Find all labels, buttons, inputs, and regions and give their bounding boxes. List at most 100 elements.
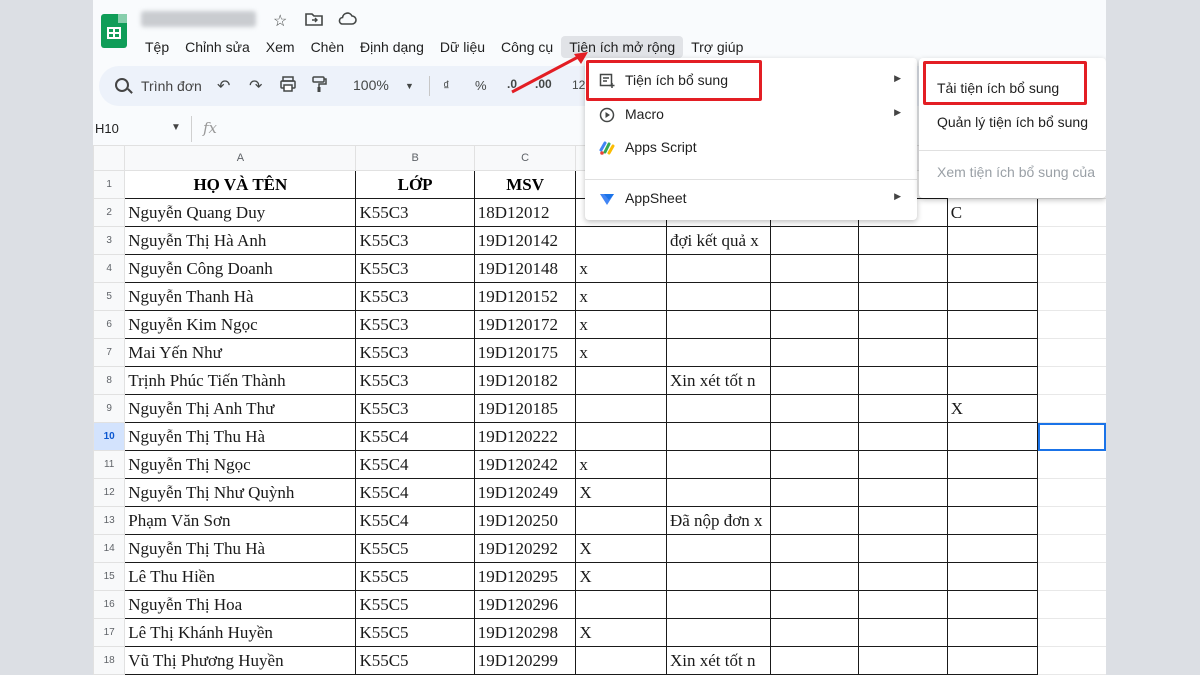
cell[interactable] <box>1037 506 1106 535</box>
cell[interactable]: 19D120148 <box>473 254 577 283</box>
row-number[interactable]: 13 <box>93 506 126 535</box>
cell[interactable] <box>858 562 948 591</box>
cell[interactable] <box>1037 646 1106 675</box>
cell[interactable]: X <box>575 618 667 647</box>
cell[interactable] <box>1037 562 1106 591</box>
cell[interactable]: x <box>575 254 667 283</box>
cloud-status-icon[interactable] <box>337 11 357 32</box>
cell[interactable] <box>946 338 1039 367</box>
cell[interactable]: Nguyễn Thị Thu Hà <box>124 422 357 451</box>
sheets-logo-icon[interactable] <box>101 14 127 48</box>
row-number[interactable]: 18 <box>93 646 126 675</box>
name-box[interactable]: H10 <box>95 121 119 136</box>
cell[interactable] <box>769 366 860 395</box>
cell[interactable]: K55C4 <box>355 422 475 451</box>
cell[interactable] <box>575 506 667 535</box>
cell[interactable]: 19D120242 <box>473 450 577 479</box>
cell[interactable] <box>858 590 948 619</box>
cell[interactable]: 19D120142 <box>473 226 577 255</box>
cell[interactable]: 19D120185 <box>473 394 577 423</box>
cell[interactable]: x <box>575 310 667 339</box>
cell[interactable] <box>1037 338 1106 367</box>
cell[interactable]: K55C5 <box>355 562 475 591</box>
redo-icon[interactable]: ↷ <box>249 76 262 96</box>
cell[interactable] <box>665 394 771 423</box>
cell[interactable] <box>665 618 771 647</box>
cell[interactable] <box>1037 366 1106 395</box>
menu-view[interactable]: Xem <box>258 36 303 58</box>
cell[interactable] <box>769 254 860 283</box>
column-header[interactable]: C <box>473 145 577 171</box>
cell[interactable] <box>858 450 948 479</box>
cell[interactable] <box>946 506 1039 535</box>
cell[interactable]: x <box>575 282 667 311</box>
menu-item-macro[interactable]: Macro ▶ <box>585 100 917 130</box>
cell[interactable]: đợi kết quả x <box>665 226 771 255</box>
cell[interactable] <box>769 282 860 311</box>
cell[interactable] <box>858 618 948 647</box>
cell[interactable] <box>665 590 771 619</box>
cell[interactable]: Đã nộp đơn x <box>665 506 771 535</box>
cell[interactable]: Nguyễn Thị Hà Anh <box>124 226 357 255</box>
cell[interactable] <box>769 338 860 367</box>
cell[interactable]: K55C4 <box>355 478 475 507</box>
cell[interactable]: Xin xét tốt n <box>665 646 771 675</box>
name-box-caret-icon[interactable]: ▼ <box>171 122 181 133</box>
cell[interactable] <box>858 506 948 535</box>
cell[interactable] <box>1037 394 1106 423</box>
column-header[interactable]: B <box>355 145 475 171</box>
menu-edit[interactable]: Chỉnh sửa <box>177 36 258 58</box>
cell[interactable]: K55C5 <box>355 618 475 647</box>
cell[interactable]: 19D120152 <box>473 282 577 311</box>
cell[interactable] <box>946 422 1039 451</box>
cell[interactable]: Trịnh Phúc Tiến Thành <box>124 366 357 395</box>
cell[interactable]: K55C5 <box>355 534 475 563</box>
cell[interactable] <box>665 478 771 507</box>
cell[interactable]: C <box>946 198 1039 227</box>
cell[interactable] <box>858 422 948 451</box>
cell[interactable]: 19D120298 <box>473 618 577 647</box>
percent-format[interactable]: % <box>475 78 487 93</box>
cell[interactable] <box>665 282 771 311</box>
cell[interactable]: K55C3 <box>355 310 475 339</box>
row-number[interactable]: 9 <box>93 394 126 423</box>
cell[interactable] <box>769 478 860 507</box>
cell[interactable]: 19D120292 <box>473 534 577 563</box>
menu-format[interactable]: Định dạng <box>352 36 432 58</box>
cell[interactable]: X <box>946 394 1039 423</box>
cell[interactable] <box>1037 422 1106 451</box>
row-number[interactable]: 3 <box>93 226 126 255</box>
cell[interactable] <box>665 254 771 283</box>
cell[interactable] <box>665 450 771 479</box>
zoom-select[interactable]: 100% <box>353 77 389 93</box>
cell[interactable] <box>946 450 1039 479</box>
print-icon[interactable] <box>279 75 297 98</box>
cell[interactable] <box>769 422 860 451</box>
cell[interactable] <box>575 646 667 675</box>
cell[interactable] <box>769 310 860 339</box>
paint-format-icon[interactable] <box>311 75 327 98</box>
cell[interactable] <box>946 366 1039 395</box>
cell[interactable]: K55C3 <box>355 366 475 395</box>
menu-file[interactable]: Tệp <box>137 36 177 58</box>
cell[interactable] <box>1037 590 1106 619</box>
cell[interactable] <box>1037 310 1106 339</box>
cell[interactable] <box>769 450 860 479</box>
cell[interactable] <box>946 254 1039 283</box>
row-number[interactable]: 16 <box>93 590 126 619</box>
menu-item-appsheet[interactable]: AppSheet ▶ <box>585 184 917 214</box>
row-number[interactable]: 6 <box>93 310 126 339</box>
cell[interactable]: K55C3 <box>355 226 475 255</box>
cell[interactable] <box>769 590 860 619</box>
cell[interactable] <box>858 254 948 283</box>
cell[interactable] <box>1037 618 1106 647</box>
move-folder-icon[interactable] <box>305 11 323 32</box>
cell[interactable]: K55C3 <box>355 282 475 311</box>
cell[interactable]: 19D120172 <box>473 310 577 339</box>
cell[interactable]: X <box>575 534 667 563</box>
cell[interactable]: Nguyễn Thị Ngọc <box>124 450 357 479</box>
cell[interactable] <box>769 226 860 255</box>
cell[interactable]: 19D120175 <box>473 338 577 367</box>
cell[interactable]: Mai Yến Như <box>124 338 357 367</box>
cell[interactable]: Nguyễn Thanh Hà <box>124 282 357 311</box>
